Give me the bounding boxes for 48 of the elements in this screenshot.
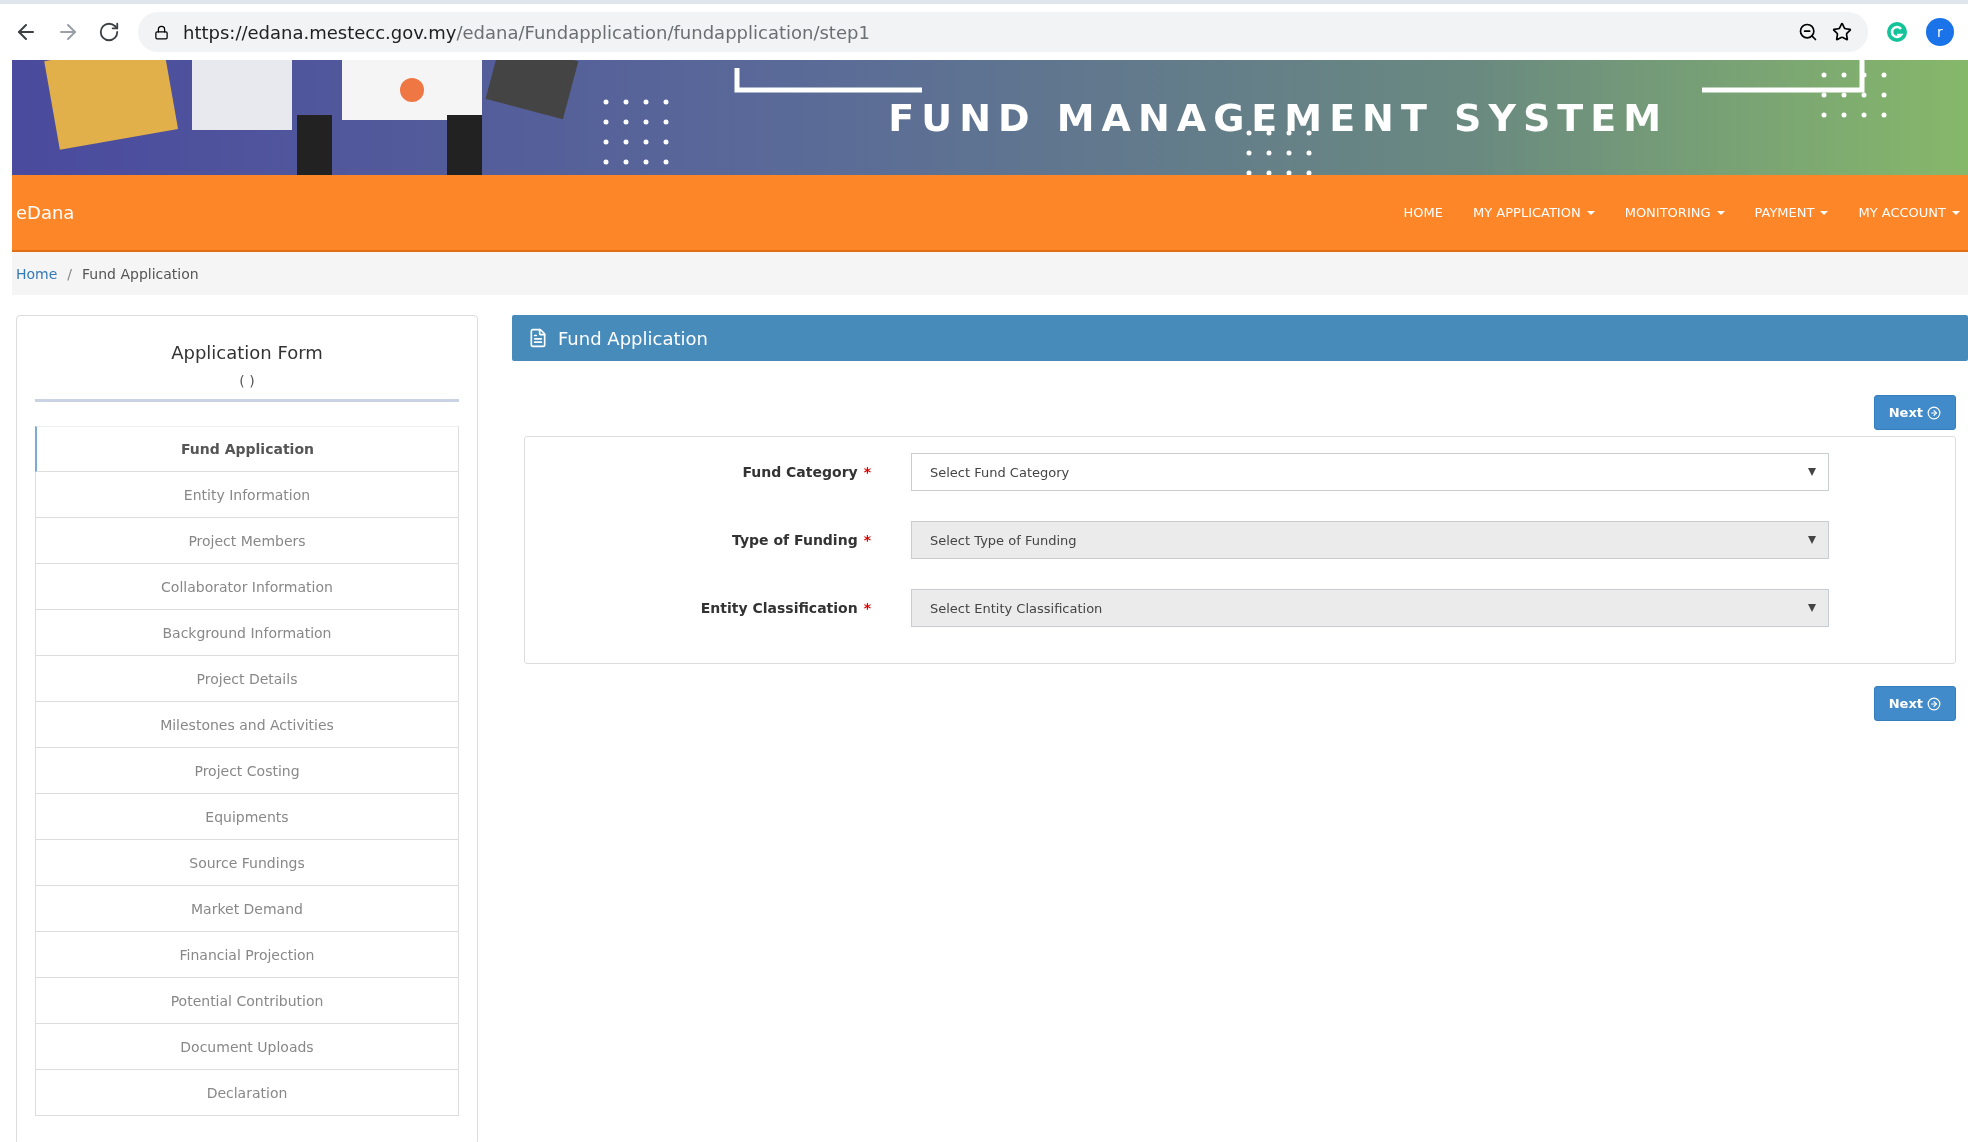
sidebar-item[interactable]: Project Costing [35,748,459,794]
nav-link[interactable]: MY ACCOUNT [1858,205,1960,220]
select-field[interactable]: Select Fund Category [911,453,1829,491]
nav-link[interactable]: MONITORING [1624,205,1725,220]
nav-link[interactable]: PAYMENT [1754,205,1829,220]
current-page-label: Fund Application [82,265,199,282]
caret-icon [1808,604,1816,612]
sidebar-item[interactable]: Background Information [35,610,459,656]
caret-icon [1808,536,1816,544]
breadcrumb-link[interactable]: Home [16,265,58,282]
caret-icon [1586,210,1595,215]
breadcrumb-separator: / [67,265,73,282]
address-bar[interactable]: https://edana.mestecc.gov.my/edana/Fundapplication/fundapplication/step1 [138,12,1868,52]
caret-icon [1808,468,1816,476]
sidebar-item[interactable]: Project Details [35,656,459,702]
sidebar-title: Application Form [170,342,324,363]
profile-avatar[interactable]: r [1926,18,1954,46]
sidebar-item[interactable]: Potential Contribution [35,978,459,1024]
nav-link[interactable]: MY APPLICATION [1473,205,1595,220]
next-button[interactable]: Next [1873,395,1956,430]
reload-icon[interactable] [98,21,120,43]
sidebar-subtitle: ( ) [238,373,256,389]
next-button[interactable]: Next [1873,686,1956,721]
nav-link[interactable]: HOME [1403,205,1444,220]
sidebar-item[interactable]: Entity Information [35,472,459,518]
sidebar-item[interactable]: Milestones and Activities [35,702,459,748]
star-icon[interactable] [1832,22,1852,42]
document-icon [528,328,548,348]
sidebar-item[interactable]: Project Members [35,518,459,564]
field-label: Type of Funding * [731,532,871,548]
sidebar-item[interactable]: Fund Application [35,426,459,472]
caret-icon [1820,210,1829,215]
sidebar-item[interactable]: Equipments [35,794,459,840]
field-label: Fund Category * [741,464,871,480]
panel-title: Fund Application [558,327,708,349]
sidebar-item[interactable]: Declaration [35,1070,459,1116]
sidebar-item[interactable]: Collaborator Information [35,564,459,610]
banner-title: FUND MANAGEMENT SYSTEM [888,95,1668,140]
sidebar-item[interactable]: Financial Projection [35,932,459,978]
caret-icon [1716,210,1725,215]
brand-name[interactable]: eDana [16,202,75,223]
field-label: Entity Classification * [699,600,871,616]
caret-icon [1952,210,1960,215]
sidebar-item[interactable]: Document Uploads [35,1024,459,1070]
lock-icon [154,24,169,40]
sidebar-item[interactable]: Market Demand [35,886,459,932]
sidebar-item[interactable]: Source Fundings [35,840,459,886]
zoom-icon[interactable] [1798,22,1818,42]
